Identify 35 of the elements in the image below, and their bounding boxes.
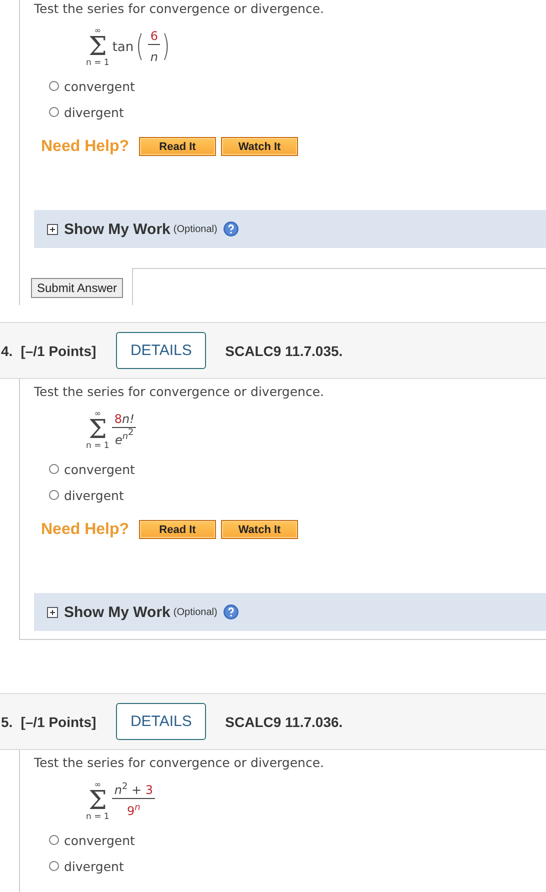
- question-text: Test the series for convergence or divergence.: [34, 384, 326, 400]
- help-icon[interactable]: [223, 221, 240, 237]
- help-button[interactable]: Read It: [139, 520, 216, 539]
- radio-option[interactable]: divergent: [49, 482, 546, 508]
- expand-icon[interactable]: [47, 224, 58, 234]
- points-label: [–/1 Points]: [20, 342, 96, 358]
- optional-note: (Optional): [173, 224, 218, 234]
- question-text: Test the series for convergence or divergence.: [34, 1, 326, 17]
- question-text: Test the series for convergence or divergence.: [34, 755, 326, 771]
- help-button[interactable]: Read It: [139, 137, 216, 156]
- need-help-label: Need Help?: [41, 520, 130, 538]
- series-formula: ∞ Σ n = 1 n$^{2}$ + 3 9$^{n}$: [86, 778, 156, 824]
- expand-icon[interactable]: [47, 606, 58, 618]
- help-icon[interactable]: [223, 604, 240, 620]
- optional-note: (Optional): [173, 606, 218, 618]
- need-help-label: Need Help?: [41, 138, 130, 156]
- details-button[interactable]: DETAILS: [116, 332, 206, 369]
- radio-option[interactable]: convergent: [49, 456, 546, 482]
- submit-answer-button[interactable]: Submit Answer: [31, 278, 124, 298]
- details-button[interactable]: DETAILS: [116, 703, 206, 740]
- show-my-work-label: Show My Work: [64, 220, 170, 238]
- question-number: 5.: [1, 714, 13, 730]
- help-button[interactable]: Watch It: [221, 137, 298, 156]
- help-button[interactable]: Watch It: [221, 520, 298, 539]
- question-number: 4.: [1, 342, 13, 358]
- radio-option[interactable]: divergent: [49, 853, 546, 879]
- question-code: SCALC9 11.7.036.: [225, 714, 343, 730]
- show-my-work-label: Show My Work: [64, 604, 170, 620]
- question-code: SCALC9 11.7.035.: [225, 342, 343, 358]
- show-my-work-bar[interactable]: Show My Work (Optional): [34, 210, 546, 248]
- radio-option[interactable]: divergent: [49, 99, 546, 125]
- radio-option[interactable]: convergent: [49, 827, 546, 853]
- radio-option[interactable]: convergent: [49, 73, 546, 99]
- show-my-work-bar[interactable]: Show My Work (Optional): [34, 593, 546, 631]
- points-label: [–/1 Points]: [20, 714, 96, 730]
